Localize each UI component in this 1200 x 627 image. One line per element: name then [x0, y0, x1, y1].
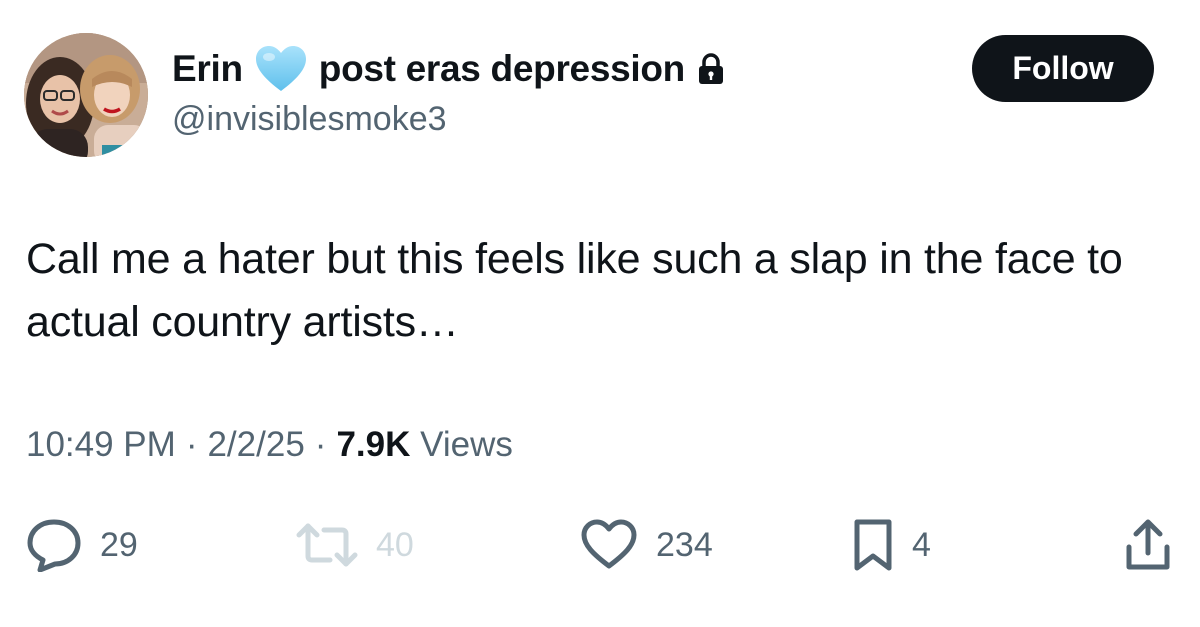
avatar[interactable] [24, 33, 148, 157]
follow-button[interactable]: Follow [972, 35, 1154, 102]
bookmark-count: 4 [912, 525, 931, 564]
like-button[interactable]: 234 [580, 512, 713, 578]
bookmark-icon [852, 517, 894, 573]
views-label: Views [420, 425, 513, 464]
bookmark-button[interactable]: 4 [852, 512, 931, 578]
reply-count: 29 [100, 525, 138, 564]
heart-icon [580, 519, 638, 571]
reply-icon [26, 518, 82, 572]
meta-separator: · [314, 425, 327, 464]
tweet-card: Erin post eras depression @invisiblesmok… [0, 0, 1200, 627]
share-button[interactable] [1124, 512, 1172, 578]
author-display-name[interactable]: Erin [172, 48, 243, 90]
share-icon [1124, 517, 1172, 573]
author-name-row[interactable]: Erin post eras depression [172, 40, 725, 98]
action-bar: 29 40 234 4 [0, 512, 1200, 582]
retweet-icon [296, 520, 358, 570]
tweet-time[interactable]: 10:49 PM [26, 425, 176, 465]
reply-button[interactable]: 29 [26, 512, 138, 578]
author-handle[interactable]: @invisiblesmoke3 [172, 100, 447, 139]
tweet-meta: 10:49 PM · 2/2/25 · 7.9K Views [26, 425, 513, 465]
retweet-count: 40 [376, 525, 414, 564]
like-count: 234 [656, 525, 713, 564]
tweet-date[interactable]: 2/2/25 [207, 425, 304, 465]
light-blue-heart-icon [255, 45, 307, 93]
views-count[interactable]: 7.9K [336, 425, 410, 464]
retweet-button[interactable]: 40 [296, 512, 414, 578]
meta-separator: · [185, 425, 198, 464]
lock-icon [697, 52, 725, 86]
tweet-text: Call me a hater but this feels like such… [26, 235, 1123, 346]
author-display-name-suffix[interactable]: post eras depression [319, 48, 685, 90]
avatar-photo [24, 33, 148, 157]
